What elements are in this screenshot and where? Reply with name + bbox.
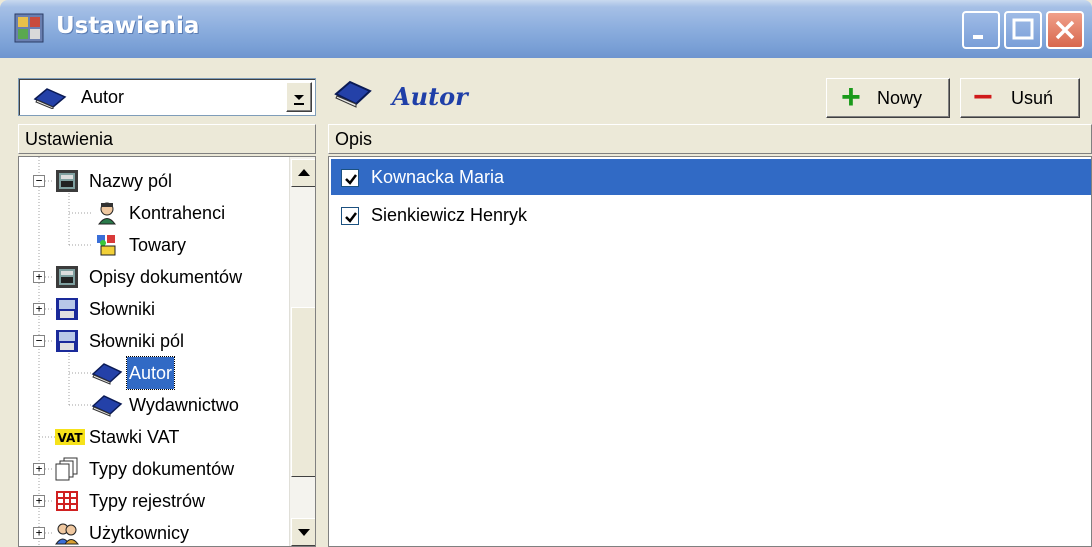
tree-scrollbar[interactable] [289, 157, 315, 546]
scroll-down-button[interactable] [291, 518, 315, 546]
person-icon [98, 202, 116, 225]
tree-item-label: Typy rejestrów [89, 491, 206, 511]
tree-item-stawki-vat[interactable]: VAT Stawki VAT [19, 421, 289, 453]
tree-item-label: Towary [129, 235, 187, 255]
delete-button[interactable]: − Usuń [960, 78, 1080, 118]
book-icon [334, 80, 372, 108]
list-item[interactable]: Kownacka Maria [331, 159, 1091, 195]
window-title: Ustawienia [56, 13, 200, 39]
tree-item-label: Nazwy pól [89, 171, 173, 191]
dictionary-icon [56, 330, 78, 352]
register-grid-icon [56, 491, 78, 511]
dropdown-button[interactable] [286, 82, 312, 112]
new-button[interactable]: + Nowy [826, 78, 950, 118]
plus-icon: + [841, 78, 861, 116]
maximize-icon [1012, 18, 1034, 40]
panel-splitter[interactable] [316, 64, 324, 547]
svg-text:VAT: VAT [57, 431, 83, 445]
expand-toggle[interactable]: + [33, 495, 45, 507]
tree-item-label: Słowniki [89, 299, 156, 319]
arrow-up-icon [298, 169, 310, 176]
title-bar[interactable]: Ustawienia [0, 0, 1092, 58]
app-icon [14, 13, 44, 43]
settings-window: Ustawienia Autor Ustawienia − Nazwy pól … [0, 0, 1092, 547]
expand-toggle[interactable]: + [33, 271, 45, 283]
book-icon [91, 363, 123, 385]
category-select-value: Autor [81, 87, 125, 107]
settings-tree[interactable]: − Nazwy pól Kontrahenci Towary + Opisy d… [18, 156, 316, 547]
tree-item-towary[interactable]: Towary [19, 229, 289, 261]
chevron-down-icon [294, 95, 304, 105]
scroll-up-button[interactable] [291, 159, 315, 187]
tree-item-slowniki[interactable]: + Słowniki [19, 293, 289, 325]
tree-item-typy-dokumentow[interactable]: + Typy dokumentów [19, 453, 289, 485]
tree-item-opisy-dokumentow[interactable]: + Opisy dokumentów [19, 261, 289, 293]
left-column-header[interactable]: Ustawienia [18, 124, 316, 154]
checkmark-icon [345, 212, 357, 223]
right-panel: Autor + Nowy − Usuń Opis Kownacka Maria … [324, 64, 1092, 547]
minus-icon: − [973, 78, 993, 116]
tree-item-autor[interactable]: Autor [19, 356, 289, 390]
list-item[interactable]: Sienkiewicz Henryk [331, 197, 1091, 233]
item-text: Sienkiewicz Henryk [371, 205, 528, 225]
tree-item-label: Opisy dokumentów [89, 267, 243, 287]
section-title: Autor [392, 82, 468, 111]
collapse-toggle[interactable]: − [33, 335, 45, 347]
form-icon [56, 170, 78, 192]
book-icon [33, 88, 67, 109]
tree-item-label: Kontrahenci [129, 203, 226, 223]
scroll-thumb[interactable] [291, 307, 315, 477]
vat-icon: VAT [55, 429, 85, 445]
entries-list[interactable]: Kownacka Maria Sienkiewicz Henryk [328, 156, 1092, 547]
tree-item-label: Stawki VAT [89, 427, 180, 447]
checkmark-icon [345, 174, 357, 185]
expand-toggle[interactable]: + [33, 527, 45, 539]
delete-button-label: Usuń [1011, 88, 1054, 108]
documents-icon [55, 457, 78, 481]
tree-item-wydawnictwo[interactable]: Wydawnictwo [19, 389, 289, 421]
item-text: Kownacka Maria [371, 167, 505, 187]
users-icon [55, 523, 79, 545]
tree-item-typy-rejestrow[interactable]: + Typy rejestrów [19, 485, 289, 517]
form-icon [56, 266, 78, 288]
tree-item-nazwy-pol[interactable]: − Nazwy pól [19, 165, 289, 197]
category-select[interactable]: Autor [18, 78, 316, 116]
book-icon [91, 395, 123, 417]
maximize-button[interactable] [1004, 11, 1042, 49]
close-button[interactable] [1046, 11, 1084, 49]
expand-toggle[interactable]: + [33, 463, 45, 475]
tree-item-label: Użytkownicy [89, 523, 190, 543]
tree-item-label: Autor [125, 356, 176, 390]
tree-item-label: Typy dokumentów [89, 459, 235, 479]
arrow-down-icon [298, 529, 310, 536]
tree-item-uzytkownicy[interactable]: + Użytkownicy [19, 517, 289, 546]
dictionary-icon [56, 298, 78, 320]
minimize-icon [973, 35, 983, 39]
item-checkbox[interactable] [341, 207, 359, 225]
collapse-toggle[interactable]: − [33, 175, 45, 187]
item-checkbox[interactable] [341, 169, 359, 187]
close-icon [1055, 20, 1075, 40]
tree-item-label: Słowniki pól [89, 331, 185, 351]
minimize-button[interactable] [962, 11, 1000, 49]
new-button-label: Nowy [877, 88, 923, 108]
left-panel: Autor Ustawienia − Nazwy pól Kontrahenci… [14, 64, 316, 547]
tree-item-slowniki-pol[interactable]: − Słowniki pól [19, 325, 289, 357]
tree-item-kontrahenci[interactable]: Kontrahenci [19, 197, 289, 229]
goods-icon [97, 235, 116, 256]
description-column-header[interactable]: Opis [328, 124, 1092, 154]
expand-toggle[interactable]: + [33, 303, 45, 315]
tree-item-label: Wydawnictwo [129, 395, 239, 415]
